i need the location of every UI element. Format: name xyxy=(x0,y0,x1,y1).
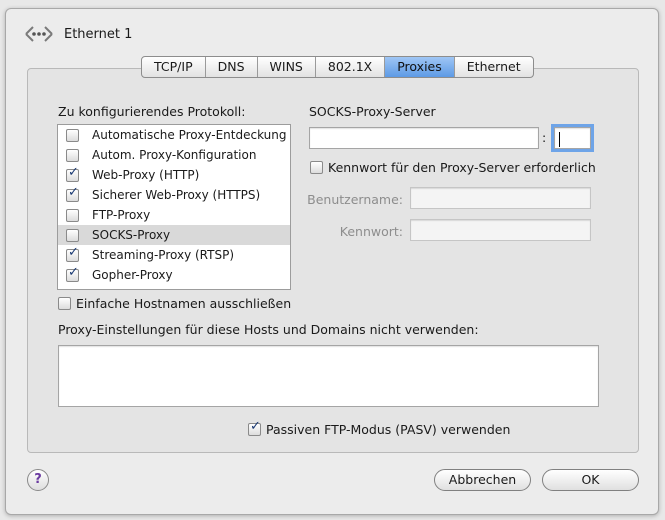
tab-ethernet[interactable]: Ethernet xyxy=(455,57,533,77)
bypass-hosts-textarea[interactable] xyxy=(58,345,599,407)
window-title: Ethernet 1 xyxy=(64,27,133,42)
protocol-checkbox[interactable] xyxy=(66,128,79,142)
passive-ftp-option[interactable]: ✓ Passiven FTP-Modus (PASV) verwenden xyxy=(248,419,511,437)
password-required-label: Kennwort für den Proxy-Server erforderli… xyxy=(328,160,596,175)
protocol-checkbox[interactable] xyxy=(66,228,79,242)
protocol-checkbox[interactable] xyxy=(66,208,79,222)
network-port-icon xyxy=(25,26,53,42)
checkmark-icon: ✓ xyxy=(68,164,79,180)
protocol-item-ftp[interactable]: FTP-Proxy xyxy=(58,205,290,225)
proxy-port-input[interactable] xyxy=(551,124,594,152)
protocol-item-gopher[interactable]: ✓ Gopher-Proxy xyxy=(58,265,290,285)
protocol-item-label: FTP-Proxy xyxy=(92,208,151,222)
protocol-item-auto-discovery[interactable]: Automatische Proxy-Entdeckung xyxy=(58,125,290,145)
protocol-checkbox[interactable] xyxy=(66,148,79,162)
server-section-title: SOCKS-Proxy-Server xyxy=(309,104,436,119)
protocol-list[interactable]: Automatische Proxy-Entdeckung Autom. Pro… xyxy=(57,124,291,290)
tab-tcpip[interactable]: TCP/IP xyxy=(142,57,206,77)
protocol-item-label: Gopher-Proxy xyxy=(92,268,173,282)
exclude-simple-hostnames-option[interactable]: Einfache Hostnamen ausschließen xyxy=(58,296,291,311)
checkmark-icon: ✓ xyxy=(68,264,79,280)
protocol-item-label: Sicherer Web-Proxy (HTTPS) xyxy=(92,188,261,202)
tab-bar: TCP/IP DNS WINS 802.1X Proxies Ethernet xyxy=(141,56,534,78)
protocol-item-auto-config[interactable]: Autom. Proxy-Konfiguration xyxy=(58,145,290,165)
protocol-checkbox[interactable]: ✓ xyxy=(66,244,79,262)
protocol-item-label: SOCKS-Proxy xyxy=(92,228,171,242)
password-input[interactable] xyxy=(410,219,591,241)
proxy-host-input[interactable] xyxy=(309,127,539,149)
checkmark-icon: ✓ xyxy=(68,244,79,260)
checkmark-icon: ✓ xyxy=(250,419,261,434)
protocol-item-label: Autom. Proxy-Konfiguration xyxy=(92,148,257,162)
protocol-list-label: Zu konfigurierendes Protokoll: xyxy=(58,104,246,119)
checkmark-icon: ✓ xyxy=(68,184,79,200)
help-button[interactable]: ? xyxy=(27,469,49,491)
protocol-checkbox[interactable]: ✓ xyxy=(66,164,79,182)
cancel-button[interactable]: Abbrechen xyxy=(434,469,531,491)
passive-ftp-checkbox[interactable]: ✓ xyxy=(248,419,261,436)
password-required-option[interactable]: Kennwort für den Proxy-Server erforderli… xyxy=(310,160,596,175)
password-label: Kennwort: xyxy=(339,224,403,239)
protocol-checkbox[interactable]: ✓ xyxy=(66,264,79,282)
protocol-item-label: Web-Proxy (HTTP) xyxy=(92,168,200,182)
protocol-item-rtsp[interactable]: ✓ Streaming-Proxy (RTSP) xyxy=(58,245,290,265)
exclude-simple-hostnames-checkbox[interactable] xyxy=(58,297,71,310)
password-required-checkbox[interactable] xyxy=(310,161,323,174)
port-separator: : xyxy=(542,130,547,145)
username-label: Benutzername: xyxy=(307,192,403,207)
protocol-item-socks[interactable]: SOCKS-Proxy xyxy=(58,225,290,245)
tab-dns[interactable]: DNS xyxy=(206,57,258,77)
exclude-simple-hostnames-label: Einfache Hostnamen ausschließen xyxy=(76,296,292,311)
username-input[interactable] xyxy=(410,187,591,209)
tab-wins[interactable]: WINS xyxy=(258,57,316,77)
tab-proxies[interactable]: Proxies xyxy=(385,57,455,77)
tab-8021x[interactable]: 802.1X xyxy=(316,57,386,77)
protocol-item-https[interactable]: ✓ Sicherer Web-Proxy (HTTPS) xyxy=(58,185,290,205)
protocol-item-label: Streaming-Proxy (RTSP) xyxy=(92,248,235,262)
protocol-checkbox[interactable]: ✓ xyxy=(66,184,79,202)
ok-button[interactable]: OK xyxy=(542,469,639,491)
bypass-hosts-label: Proxy-Einstellungen für diese Hosts und … xyxy=(58,322,479,337)
text-caret xyxy=(559,132,560,147)
protocol-item-http[interactable]: ✓ Web-Proxy (HTTP) xyxy=(58,165,290,185)
passive-ftp-label: Passiven FTP-Modus (PASV) verwenden xyxy=(266,422,511,437)
protocol-item-label: Automatische Proxy-Entdeckung xyxy=(92,128,287,142)
